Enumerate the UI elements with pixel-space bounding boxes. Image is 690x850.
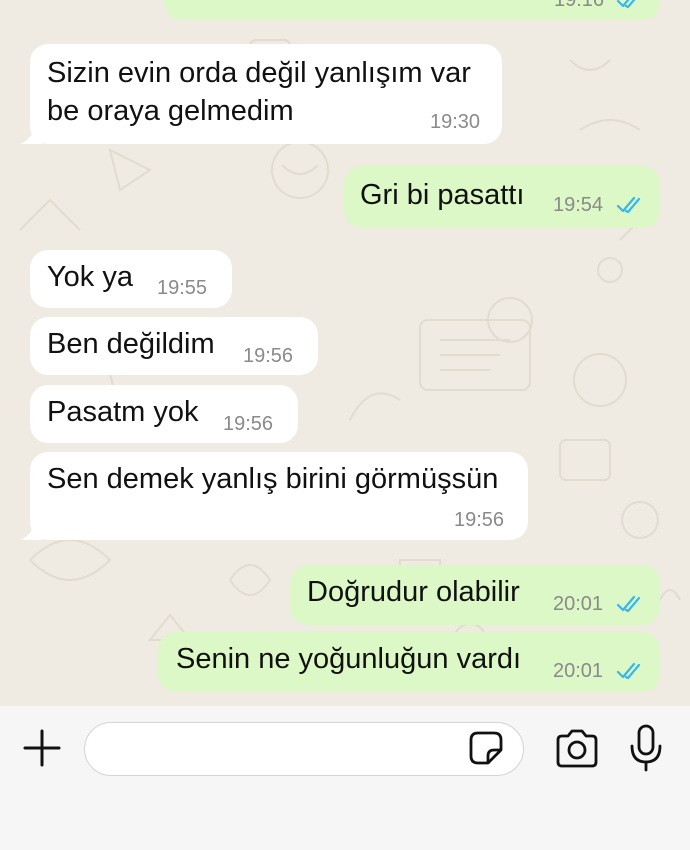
message-text: Gri bi pasattı <box>360 179 525 211</box>
message-time: 19:56 <box>454 509 505 531</box>
message-time: 19:54 <box>553 194 604 216</box>
message-time: 19:16 <box>554 0 605 11</box>
message-bubble-outgoing[interactable]: Gri bi pasattı 19:54 <box>344 166 660 228</box>
plus-icon[interactable] <box>22 728 62 768</box>
message-text: Senin ne yoğunluğun vardı <box>176 643 522 675</box>
chat-area: 19:16 Sizin evin orda değil yanlışım var… <box>0 0 690 706</box>
message-text: Yok ya <box>47 261 133 293</box>
double-check-icon <box>616 0 636 9</box>
message-time: 20:01 <box>553 660 604 682</box>
message-text: Pasatm yok <box>47 396 199 428</box>
message-text: Sen demek yanlış birini görmüşsün <box>47 463 499 495</box>
message-bubble-incoming[interactable]: Ben değildim 19:56 <box>30 317 318 375</box>
message-bubble-incoming[interactable]: Yok ya 19:55 <box>30 250 232 308</box>
double-check-icon <box>616 662 641 680</box>
message-bubble-outgoing[interactable]: Senin ne yoğunluğun vardı 20:01 <box>158 632 660 692</box>
message-time: 19:56 <box>243 345 294 367</box>
message-time: 19:56 <box>223 413 274 435</box>
message-time: 20:01 <box>553 593 604 615</box>
microphone-icon[interactable] <box>628 724 664 772</box>
message-time: 19:55 <box>157 277 208 299</box>
message-text: Ben değildim <box>47 328 215 360</box>
message-bubble-incoming[interactable]: Pasatm yok 19:56 <box>30 385 298 443</box>
message-text-line: Sizin evin orda değil yanlışım var <box>47 57 471 89</box>
message-bubble-outgoing[interactable]: 19:16 <box>164 0 660 20</box>
camera-icon[interactable] <box>554 728 600 770</box>
double-check-icon <box>616 196 641 214</box>
message-bubble-outgoing[interactable]: Doğrudur olabilir 20:01 <box>290 565 660 625</box>
message-time: 19:30 <box>430 111 481 133</box>
double-check-icon <box>616 595 641 613</box>
message-text-line: be oraya gelmedim <box>47 95 294 127</box>
message-bubble-incoming[interactable]: Sizin evin orda değil yanlışım var be or… <box>30 44 502 144</box>
message-input[interactable] <box>84 722 524 776</box>
message-text: Doğrudur olabilir <box>307 576 520 608</box>
sticker-icon[interactable] <box>468 730 504 766</box>
message-bubble-incoming[interactable]: Sen demek yanlış birini görmüşsün 19:56 <box>30 452 528 540</box>
